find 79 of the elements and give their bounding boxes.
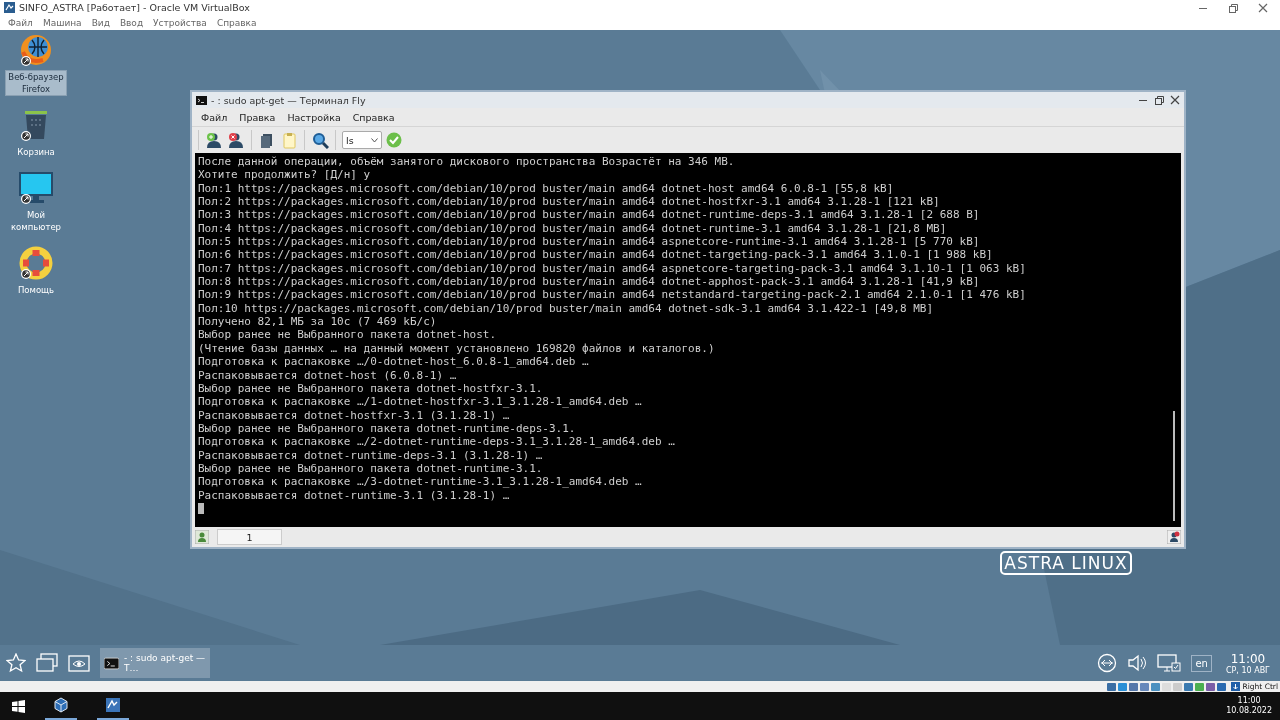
computer-icon[interactable] [18,170,54,206]
session-tab[interactable]: 1 [217,529,282,545]
clock-time[interactable]: 11:00 [1230,651,1266,666]
menu-item[interactable]: Устройства [148,17,212,28]
menu-item[interactable]: Справка [211,17,262,28]
menu-item[interactable]: Машина [37,17,87,28]
close-icon[interactable] [1170,95,1180,105]
help-icon[interactable] [18,245,54,281]
scrollbar-thumb[interactable] [1173,411,1175,521]
cube-icon[interactable] [53,697,69,713]
window-title: SINFO_ASTRA [Работает] - Oracle VM VirtualBox [19,2,251,13]
terminal-line: Пол:8 https://packages.microsoft.com/debian/10/prod buster/main amd64 dotnet-apphost-pack-3.1 amd64 3.1.28-1 [41,9 kB] [198,275,981,289]
terminal-line: Хотите продолжить? [Д/н] y [198,168,372,182]
menu-item[interactable]: Файл [3,17,38,28]
close-session-icon[interactable] [1167,530,1181,544]
display-icon[interactable] [1157,653,1182,673]
terminal-icon [104,656,119,670]
volume-icon[interactable] [1127,653,1148,673]
terminal-line: Пол:7 https://packages.microsoft.com/debian/10/prod buster/main amd64 aspnetcore-targeting-pack-3.1 amd64 3.1.10-1 [1 063 kB] [198,261,1027,276]
clock-date[interactable]: СР, 10 АВГ [1225,665,1270,675]
menu-item[interactable]: Ввод [114,17,149,28]
search-icon[interactable] [311,131,329,149]
menu-item[interactable]: Справка [346,111,401,123]
terminal-line: Выбор ранее не Выбранного пакета dotnet-runtime-deps-3.1. [198,421,577,436]
icon-label[interactable]: Веб-браузер Firefox [6,71,66,95]
terminal-line: (Чтение базы данных … на данный момент установлено 169820 файлов и каталогов.) [198,341,716,356]
terminal-line: Пол:4 https://packages.microsoft.com/debian/10/prod buster/main amd64 dotnet-runtime-3.1 amd64 3.1.28-1 [21,8 MB] [198,221,948,236]
terminal-line: Распаковывается dotnet-runtime-deps-3.1 (3.1.28-1) … [198,448,544,462]
clock-time[interactable]: 11:00 [1237,696,1261,706]
icon-label[interactable]: Помощь [15,284,57,296]
terminal-line: Подготовка к распаковке …/2-dotnet-runtime-deps-3.1_3.1.28-1_amd64.deb … [198,435,676,449]
command-dropdown[interactable]: ls [342,131,382,149]
virtualbox-icon[interactable] [105,697,121,713]
star-icon[interactable] [6,653,26,673]
terminal-line: Пол:5 https://packages.microsoft.com/debian/10/prod buster/main amd64 aspnetcore-runtime-3.1 amd64 3.1.28-1 [5 770 kB] [198,235,981,249]
restore-icon[interactable] [1154,95,1164,105]
menu-item[interactable]: Настройка [281,111,347,123]
eye-icon[interactable] [68,653,90,673]
windows-icon[interactable] [36,653,58,673]
terminal-line: Распаковывается dotnet-runtime-3.1 (3.1.28-1) … [198,488,511,502]
terminal-line: Подготовка к распаковке …/3-dotnet-runtime-3.1_3.1.28-1_amd64.deb … [198,475,643,489]
astra-linux-logo: ASTRA LINUX [1000,551,1132,575]
menu-item[interactable]: Файл [195,111,234,123]
host-key-icon [1230,682,1240,691]
terminal-line: Подготовка к распаковке …/1-dotnet-hostfxr-3.1_3.1.28-1_amd64.deb … [198,395,643,409]
terminal-line: Получено 82,1 МБ за 10с (7 469 kБ/с) [198,315,438,329]
window-title: - : sudo apt-get — Терминал Fly [211,94,367,106]
terminal-line: Пол:10 https://packages.microsoft.com/debian/10/prod buster/main amd64 dotnet-sdk-3.1 amd64 3.1.422-1 [49,8 MB] [198,301,935,316]
device-status-icons-drawing[interactable] [1105,681,1228,692]
terminal-line: Пол:2 https://packages.microsoft.com/debian/10/prod buster/main amd64 dotnet-hostfxr-3.1 amd64 3.1.28-1 [121 kB] [198,195,941,209]
firefox-icon[interactable] [18,32,54,68]
close-icon[interactable] [1258,2,1268,13]
terminal-line: Выбор ранее не Выбранного пакета dotnet-hostfxr-3.1. [198,381,544,396]
menu-item[interactable]: Вид [86,17,115,28]
terminal-line: Пол:6 https://packages.microsoft.com/debian/10/prod buster/main amd64 dotnet-targeting-pack-3.1 amd64 3.1.0-1 [1 988 kB] [198,248,994,262]
terminal-line: После данной операции, объём занятого дискового пространства Возрастёт на 346 МВ. [198,155,736,169]
close-session-icon[interactable] [227,131,245,149]
run-check-icon[interactable] [386,132,402,148]
caret-icon [371,137,378,143]
text-cursor [198,502,204,514]
terminal-line: Выбор ранее не Выбранного пакета dotnet-host. [198,328,497,342]
network-icon[interactable] [1097,653,1118,673]
terminal-line: Распаковывается dotnet-hostfxr-3.1 (3.1.28-1) … [198,408,511,422]
terminal-line: Пол:3 https://packages.microsoft.com/debian/10/prod buster/main amd64 dotnet-runtime-deps-3.1 amd64 3.1.28-1 [2 688 B] [198,208,981,222]
terminal-icon [196,95,207,105]
new-session-icon[interactable] [205,131,223,149]
clock-date[interactable]: 10.08.2022 [1226,706,1272,716]
terminal-line: Выбор ранее не Выбранного пакета dotnet-runtime-3.1. [198,461,544,476]
terminal-line: Распаковывается dotnet-host (6.0.8-1) … [198,368,458,382]
icon-label[interactable]: Корзина [15,146,57,158]
terminal-line: Подготовка к распаковке …/0-dotnet-host_6.0.8-1_amd64.deb … [198,355,590,369]
windows-logo-icon[interactable] [12,699,25,713]
menu-item[interactable]: Правка [233,111,282,123]
terminal-line: Пол:9 https://packages.microsoft.com/debian/10/prod buster/main amd64 netstandard-targeting-pack-2.1 amd64 2.1.0-1 [1 476 kB] [198,288,1027,302]
terminal-line: Пол:1 https://packages.microsoft.com/debian/10/prod buster/main amd64 dotnet-host amd64 6.0.8-1 [55,8 kB] [198,181,895,196]
session-icon[interactable] [195,530,209,544]
restore-icon[interactable] [1228,2,1238,13]
icon-label[interactable]: Мой компьютер [6,209,66,233]
language-indicator[interactable]: en [1191,654,1212,672]
